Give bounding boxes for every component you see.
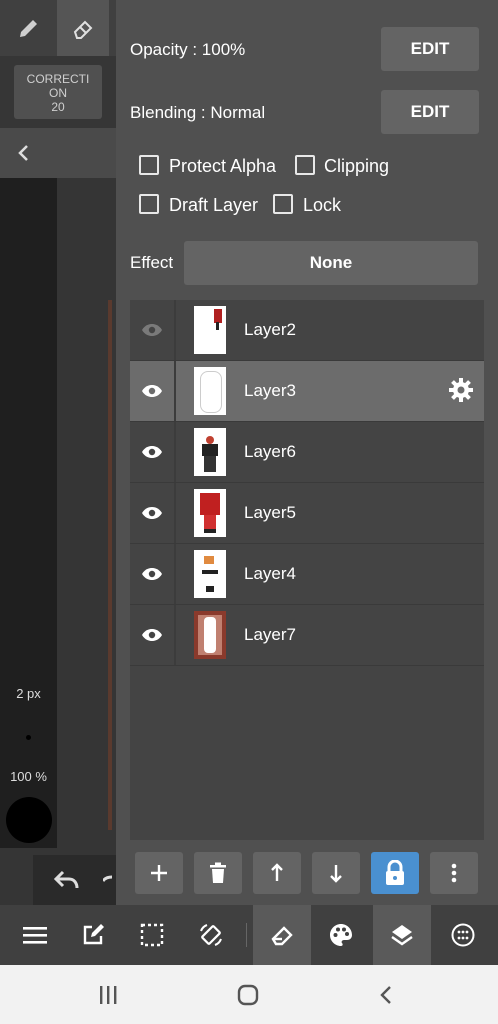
material-button[interactable] (434, 905, 492, 965)
clipping-checkbox[interactable] (295, 155, 315, 175)
move-layer-down-button[interactable] (312, 852, 360, 894)
canvas-area[interactable] (0, 178, 57, 848)
delete-layer-button[interactable] (194, 852, 242, 894)
home-icon[interactable] (237, 984, 259, 1006)
opacity-edit-button[interactable]: EDIT (381, 27, 479, 71)
marquee-select-icon (140, 923, 164, 947)
layer-name: Layer4 (244, 564, 296, 583)
rotate-canvas-button[interactable] (182, 905, 240, 965)
layer-thumbnail (194, 489, 226, 537)
visibility-toggle[interactable] (130, 422, 176, 482)
eraser-icon (73, 20, 93, 39)
layer-thumbnail (194, 428, 226, 476)
system-nav-bar (0, 965, 498, 1024)
brush-opacity-label: 100 % (10, 769, 47, 784)
move-layer-up-button[interactable] (253, 852, 301, 894)
eraser-toolbar-button[interactable] (253, 905, 311, 965)
redo-icon[interactable] (103, 869, 116, 891)
layer-name: Layer2 (244, 320, 296, 339)
left-tool-panel: CORRECTION 20 2 px 100 % (0, 0, 116, 905)
layer-thumbnail (194, 367, 226, 415)
layer-name: Layer6 (244, 442, 296, 461)
trash-icon (210, 862, 226, 883)
arrow-up-icon (271, 863, 283, 881)
arrow-down-icon (330, 865, 342, 883)
protect-alpha-label: Protect Alpha (169, 156, 277, 176)
dot-grid-icon (451, 923, 475, 947)
effect-select[interactable]: None (184, 241, 478, 285)
plus-icon (151, 865, 167, 881)
brush-size-preview (26, 735, 31, 740)
opacity-text: Opacity : 100% (130, 40, 246, 59)
brush-size-label: 2 px (16, 686, 41, 701)
layer-row[interactable]: Layer3 (130, 361, 484, 422)
eye-icon (142, 385, 162, 397)
visibility-toggle[interactable] (130, 483, 176, 543)
lock-label: Lock (303, 195, 342, 215)
lock-checkbox[interactable] (273, 194, 293, 214)
color-swatch[interactable] (6, 797, 52, 843)
blending-edit-button[interactable]: EDIT (381, 90, 479, 134)
eye-icon (142, 446, 162, 458)
clipping-label: Clipping (324, 156, 390, 176)
layer-name: Layer3 (244, 381, 296, 400)
draft-layer-checkbox[interactable] (139, 194, 159, 214)
undo-icon[interactable] (53, 869, 81, 891)
lock-icon (386, 860, 404, 885)
back-icon[interactable] (378, 985, 394, 1005)
edit-button[interactable] (64, 905, 122, 965)
main-toolbar (0, 905, 498, 965)
layer-name: Layer5 (244, 503, 296, 522)
layers-button[interactable] (373, 905, 431, 965)
layer-thumbnail (194, 550, 226, 598)
layer-name: Layer7 (244, 625, 296, 644)
canvas-artwork-edge (108, 300, 112, 830)
correction-setting[interactable]: CORRECTION 20 (14, 65, 102, 119)
more-vert-icon (451, 863, 457, 883)
blending-text: Blending : Normal (130, 103, 266, 122)
pen-tool-button[interactable] (0, 0, 57, 56)
color-palette-button[interactable] (312, 905, 370, 965)
eye-icon (142, 324, 162, 336)
gear-icon[interactable] (448, 377, 474, 403)
rotate-screen-icon (200, 924, 222, 946)
layer-row[interactable]: Layer2 (130, 300, 484, 361)
undo-redo-bar (33, 855, 116, 905)
eraser-icon (271, 926, 293, 946)
visibility-toggle[interactable] (130, 300, 176, 360)
correction-value: 20 (51, 100, 65, 114)
layer-thumbnail (194, 611, 226, 659)
layer-row[interactable]: Layer5 (130, 483, 484, 544)
visibility-toggle[interactable] (130, 361, 176, 421)
edit-square-icon (83, 924, 104, 945)
recent-apps-icon[interactable] (98, 985, 118, 1005)
visibility-toggle[interactable] (130, 605, 176, 665)
visibility-toggle[interactable] (130, 544, 176, 604)
pencil-icon (19, 20, 37, 37)
protect-alpha-checkbox[interactable] (139, 155, 159, 175)
collapse-bar[interactable] (0, 128, 116, 178)
layer-list: Layer2 Layer3 Layer6 Layer5 Layer4 Layer… (130, 300, 484, 840)
hamburger-menu-icon (23, 927, 47, 944)
correction-label: CORRECTION (26, 72, 90, 100)
lock-layer-button[interactable] (371, 852, 419, 894)
eye-icon (142, 507, 162, 519)
eye-icon (142, 568, 162, 580)
chevron-left-icon (18, 145, 28, 161)
toolbar-divider (246, 923, 247, 947)
eraser-tool-button[interactable] (57, 0, 109, 56)
draft-layer-label: Draft Layer (169, 195, 259, 215)
selection-button[interactable] (123, 905, 181, 965)
layers-icon (391, 925, 413, 946)
palette-icon (330, 924, 352, 946)
add-layer-button[interactable] (135, 852, 183, 894)
eye-icon (142, 629, 162, 641)
more-options-button[interactable] (430, 852, 478, 894)
effect-label: Effect (130, 253, 174, 272)
layer-row[interactable]: Layer7 (130, 605, 484, 666)
menu-button[interactable] (6, 905, 64, 965)
layer-row[interactable]: Layer4 (130, 544, 484, 605)
layer-row[interactable]: Layer6 (130, 422, 484, 483)
layer-thumbnail (194, 306, 226, 354)
